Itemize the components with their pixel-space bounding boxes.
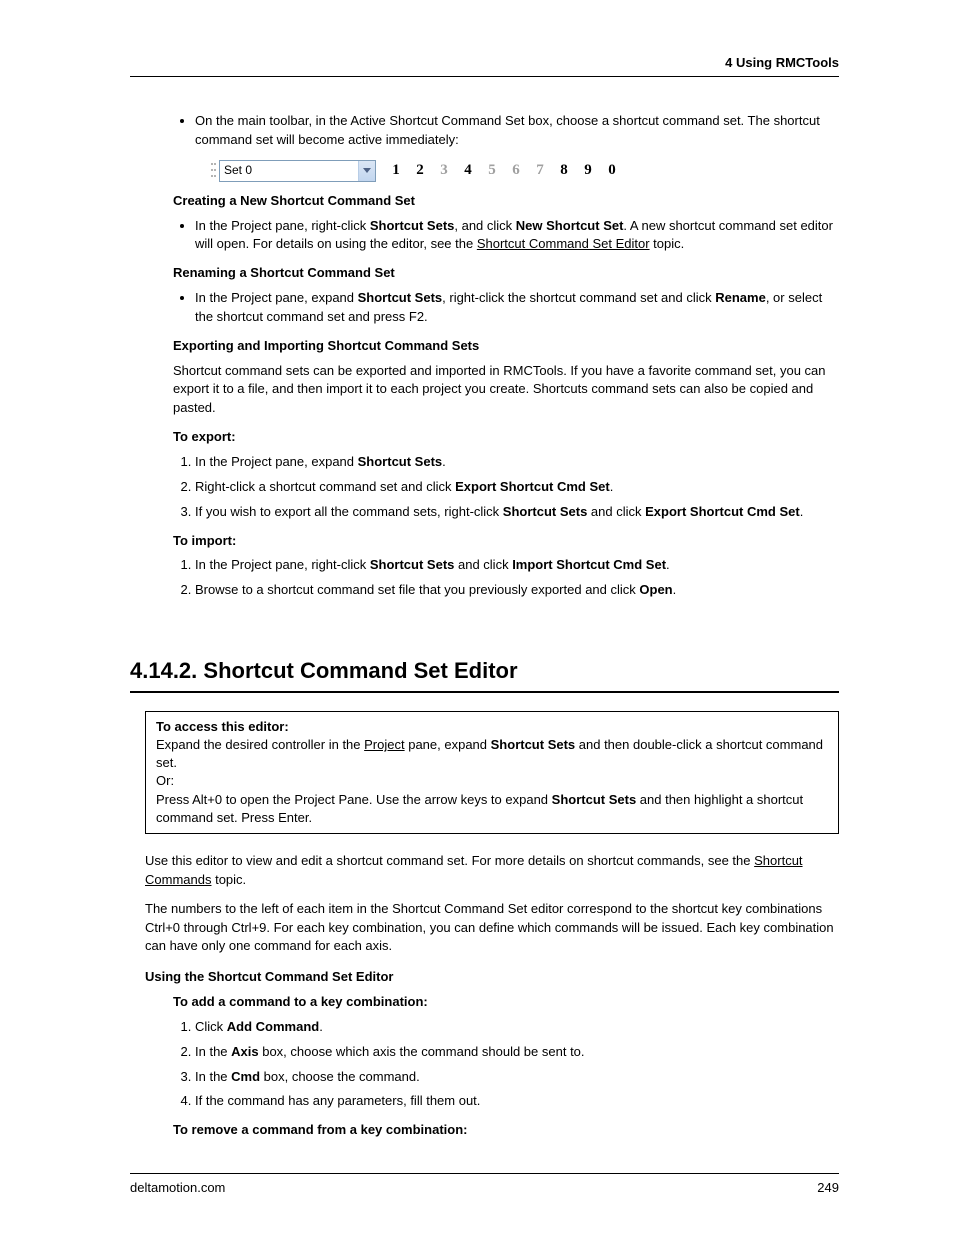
header-section: 4 Using RMCTools [725, 55, 839, 70]
shortcut-number[interactable]: 1 [384, 160, 408, 182]
shortcut-number[interactable]: 9 [576, 160, 600, 182]
body-content: On the main toolbar, in the Active Short… [130, 112, 839, 1153]
using-editor-heading: Using the Shortcut Command Set Editor [145, 968, 839, 987]
expimp-paragraph: Shortcut command sets can be exported an… [155, 362, 839, 419]
dropdown-value: Set 0 [220, 162, 358, 179]
link-shortcut-editor[interactable]: Shortcut Command Set Editor [477, 236, 650, 251]
create-heading: Creating a New Shortcut Command Set [173, 192, 839, 211]
shortcut-number[interactable]: 6 [504, 160, 528, 182]
intro-bullet: On the main toolbar, in the Active Short… [195, 112, 839, 150]
rename-heading: Renaming a Shortcut Command Set [173, 264, 839, 283]
editor-intro-p2: The numbers to the left of each item in … [145, 900, 839, 957]
import-step-2: Browse to a shortcut command set file th… [195, 581, 839, 600]
add-command-heading: To add a command to a key combination: [173, 993, 839, 1012]
add-step-3: In the Cmd box, choose the command. [195, 1068, 839, 1087]
export-step-1: In the Project pane, expand Shortcut Set… [195, 453, 839, 472]
export-step-3: If you wish to export all the command se… [195, 503, 839, 522]
grip-icon [210, 160, 217, 180]
shortcut-number-strip: 1234567890 [384, 160, 624, 182]
shortcut-number[interactable]: 5 [480, 160, 504, 182]
remove-command-heading: To remove a command from a key combinati… [173, 1121, 839, 1140]
rename-bullet: In the Project pane, expand Shortcut Set… [195, 289, 839, 327]
import-step-1: In the Project pane, right-click Shortcu… [195, 556, 839, 575]
editor-intro-p1: Use this editor to view and edit a short… [145, 852, 839, 890]
export-heading: To export: [173, 428, 839, 447]
add-step-1: Click Add Command. [195, 1018, 839, 1037]
add-step-4: If the command has any parameters, fill … [195, 1092, 839, 1111]
shortcut-toolbar-illustration: Set 0 1234567890 [210, 160, 839, 182]
access-editor-box: To access this editor: Expand the desire… [145, 711, 839, 834]
footer-site: deltamotion.com [130, 1180, 225, 1195]
shortcut-number[interactable]: 3 [432, 160, 456, 182]
shortcut-number[interactable]: 8 [552, 160, 576, 182]
link-project-pane[interactable]: Project [364, 737, 404, 752]
expimp-heading: Exporting and Importing Shortcut Command… [173, 337, 839, 356]
shortcut-number[interactable]: 4 [456, 160, 480, 182]
page-header: 4 Using RMCTools [130, 55, 839, 77]
active-set-dropdown[interactable]: Set 0 [219, 160, 376, 182]
export-step-2: Right-click a shortcut command set and c… [195, 478, 839, 497]
import-heading: To import: [173, 532, 839, 551]
section-4-14-2-heading: 4.14.2. Shortcut Command Set Editor [130, 655, 839, 693]
chevron-down-icon[interactable] [358, 161, 375, 181]
shortcut-number[interactable]: 0 [600, 160, 624, 182]
create-bullet: In the Project pane, right-click Shortcu… [195, 217, 839, 255]
page-footer: deltamotion.com 249 [130, 1173, 839, 1195]
add-step-2: In the Axis box, choose which axis the c… [195, 1043, 839, 1062]
shortcut-number[interactable]: 2 [408, 160, 432, 182]
shortcut-number[interactable]: 7 [528, 160, 552, 182]
footer-page-number: 249 [817, 1180, 839, 1195]
